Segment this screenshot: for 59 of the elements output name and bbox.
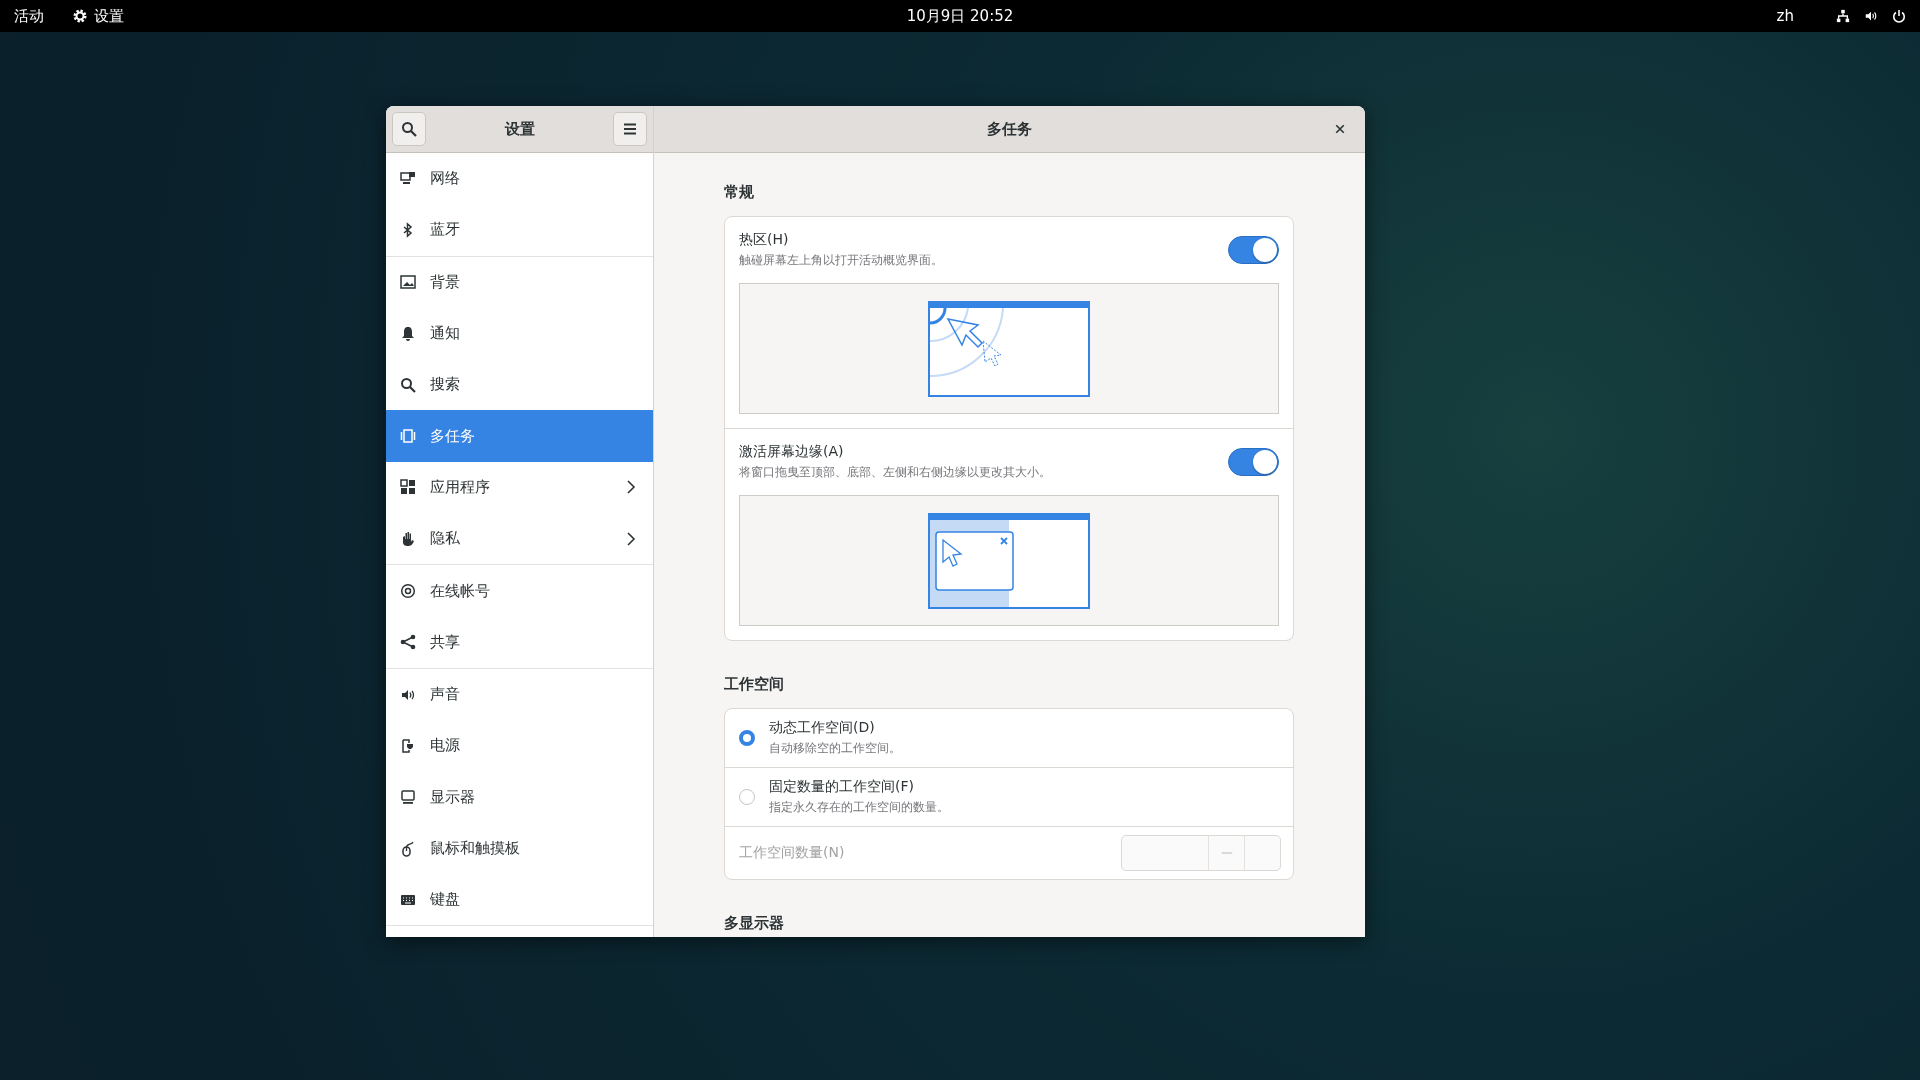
sidebar-item[interactable]: 背景 bbox=[386, 256, 653, 308]
sidebar-item[interactable]: 声音 bbox=[386, 668, 653, 721]
radio-button[interactable] bbox=[739, 730, 755, 746]
wired-network-icon[interactable] bbox=[1836, 9, 1850, 23]
at-icon bbox=[400, 583, 416, 599]
section-heading: 工作空间 bbox=[724, 675, 785, 694]
sidebar-item[interactable]: 鼠标和触摸板 bbox=[386, 822, 653, 875]
monitor-icon bbox=[400, 789, 416, 806]
gear-icon bbox=[72, 8, 88, 24]
activities-button[interactable]: 活动 bbox=[14, 6, 44, 26]
setting-description: 将窗口拖曳至顶部、底部、左侧和右侧边缘以更改其大小。 bbox=[739, 464, 1052, 481]
number-spin-field[interactable] bbox=[1121, 835, 1281, 871]
mouse-icon bbox=[400, 840, 416, 857]
bell-icon bbox=[400, 325, 416, 342]
grid-icon bbox=[400, 479, 416, 496]
sidebar-item[interactable]: 隐私 bbox=[386, 513, 653, 565]
menu-icon bbox=[622, 121, 638, 137]
setting-description: 触碰屏幕左上角以打开活动概览界面。 bbox=[739, 252, 944, 269]
section-heading: 多显示器 bbox=[724, 914, 785, 933]
image-icon bbox=[400, 274, 416, 291]
setting-title: 激活屏幕边缘(A) bbox=[739, 443, 845, 461]
share-icon bbox=[400, 634, 416, 651]
option-description: 自动移除空的工作空间。 bbox=[769, 740, 902, 757]
sidebar-title: 设置 bbox=[503, 119, 536, 139]
setting-title: 热区(H) bbox=[739, 231, 790, 249]
network-icon bbox=[400, 170, 416, 187]
sidebar-item[interactable]: 在线帐号 bbox=[386, 565, 653, 617]
search-button[interactable] bbox=[392, 112, 426, 146]
sidebar-item[interactable]: 多任务 bbox=[386, 410, 653, 462]
sidebar-item[interactable]: 蓝牙 bbox=[386, 204, 653, 256]
option-title: 固定数量的工作空间(F) bbox=[769, 778, 915, 796]
sidebar-item[interactable]: 搜索 bbox=[386, 359, 653, 411]
section-heading: 常规 bbox=[724, 183, 755, 202]
page-title: 多任务 bbox=[986, 119, 1033, 139]
input-method-indicator[interactable]: zh bbox=[1776, 7, 1794, 25]
sidebar-item[interactable]: 通知 bbox=[386, 307, 653, 360]
hand-icon bbox=[400, 530, 416, 547]
close-icon bbox=[1334, 123, 1346, 135]
radio-button[interactable] bbox=[739, 789, 755, 805]
spin-label: 工作空间数量(N) bbox=[739, 844, 846, 862]
sidebar-item[interactable]: 应用程序 bbox=[386, 461, 653, 514]
menu-button[interactable] bbox=[613, 112, 647, 146]
sidebar-item[interactable]: 网络 bbox=[386, 153, 653, 205]
multitask-icon bbox=[400, 428, 416, 445]
option-title: 动态工作空间(D) bbox=[769, 719, 876, 737]
search-icon bbox=[400, 376, 416, 393]
speaker-icon[interactable] bbox=[1864, 9, 1878, 23]
app-menu[interactable]: 设置 bbox=[72, 6, 124, 26]
clock[interactable]: 10月9日 20:52 bbox=[906, 6, 1014, 25]
sidebar-item[interactable]: 电源 bbox=[386, 720, 653, 772]
sidebar-item[interactable]: 共享 bbox=[386, 616, 653, 668]
option-description: 指定永久存在的工作空间的数量。 bbox=[769, 799, 950, 816]
toggle-switch[interactable] bbox=[1228, 448, 1279, 476]
battery-plug-icon bbox=[400, 737, 416, 754]
sidebar-item[interactable]: 显示器 bbox=[386, 771, 653, 823]
search-icon bbox=[401, 121, 417, 137]
power-icon[interactable] bbox=[1892, 9, 1906, 23]
toggle-switch[interactable] bbox=[1228, 236, 1279, 264]
sidebar-item[interactable]: 键盘 bbox=[386, 874, 653, 926]
